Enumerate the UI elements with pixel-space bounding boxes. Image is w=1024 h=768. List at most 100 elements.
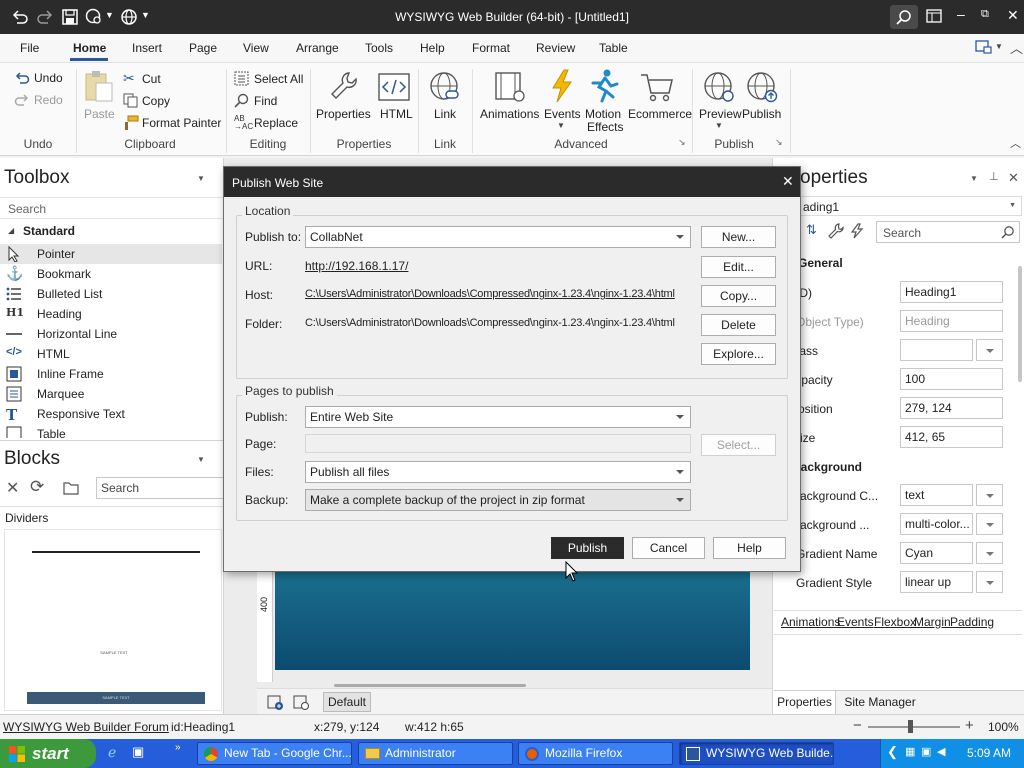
preview-button[interactable]: Preview ▼	[698, 67, 742, 133]
format-painter-button[interactable]: Format Painter	[123, 114, 223, 132]
chevron-down-icon[interactable]: ▼	[197, 455, 205, 464]
help-button[interactable]: Help	[713, 537, 786, 559]
blocks-search-field[interactable]: Search	[96, 477, 224, 499]
toolbox-item-pointer[interactable]: Pointer	[0, 244, 222, 264]
close-icon[interactable]: ✕	[1007, 7, 1019, 24]
copy-button[interactable]: Copy	[123, 92, 183, 110]
minimize-icon[interactable]: –	[957, 6, 965, 22]
events-button[interactable]: Events ▼	[542, 67, 582, 133]
dialog-launcher-icon[interactable]: ↘	[775, 137, 783, 148]
toolbox-item-inline-frame[interactable]: Inline Frame	[0, 364, 222, 384]
toolbox-item-bulleted-list[interactable]: Bulleted List	[0, 284, 222, 304]
prop-background-type-dropdown[interactable]	[976, 513, 1003, 535]
toolbox-section-standard[interactable]: Standard	[23, 224, 75, 238]
lightning-icon[interactable]	[850, 223, 864, 239]
menu-format[interactable]: Format	[472, 41, 510, 55]
url-value[interactable]: http://192.168.1.17/	[305, 259, 408, 273]
menu-insert[interactable]: Insert	[132, 41, 162, 55]
explore-button[interactable]: Explore...	[701, 343, 776, 365]
taskbar-firefox[interactable]: Mozilla Firefox	[518, 742, 673, 765]
heading-element[interactable]	[275, 572, 750, 670]
desktop-quicklaunch-icon[interactable]: ▣	[132, 744, 144, 760]
tab-default[interactable]: Default	[323, 692, 371, 712]
prop-class-dropdown[interactable]	[976, 339, 1003, 361]
dialog-close-icon[interactable]: ✕	[782, 173, 794, 190]
backup-select[interactable]: Make a complete backup of the project in…	[305, 489, 691, 511]
link-flexbox[interactable]: Flexbox	[874, 615, 916, 629]
object-selector[interactable]: ading1 ▼	[800, 196, 1022, 216]
cut-button[interactable]: ✂ Cut	[123, 70, 183, 88]
prop-size-field[interactable]: 412, 65	[900, 426, 1003, 448]
prop-background-color-dropdown[interactable]	[976, 484, 1003, 506]
link-padding[interactable]: Padding	[950, 615, 994, 629]
prop-opacity-field[interactable]: 100	[900, 368, 1003, 390]
dialog-launcher-icon[interactable]: ↘	[678, 137, 686, 148]
menu-help[interactable]: Help	[420, 41, 445, 55]
animations-button[interactable]: Animations	[478, 67, 542, 127]
section-background[interactable]: Background	[792, 460, 862, 474]
copy-button[interactable]: Copy...	[701, 285, 776, 307]
tray-expand-icon[interactable]: ❮	[887, 744, 898, 760]
edit-button[interactable]: Edit...	[701, 256, 776, 278]
ie-quicklaunch-icon[interactable]: ℯ	[108, 744, 116, 761]
zoom-slider-thumb[interactable]	[908, 720, 913, 733]
ecommerce-button[interactable]: Ecommerce	[626, 67, 692, 127]
taskbar-explorer[interactable]: Administrator	[358, 742, 513, 765]
prop-class-field[interactable]	[900, 339, 973, 361]
properties-search-input[interactable]: Search	[883, 226, 921, 240]
toolbox-item-table[interactable]: Table	[0, 424, 222, 438]
link-animations[interactable]: Animations	[781, 615, 840, 629]
prop-gradient-style-dropdown[interactable]	[976, 571, 1003, 593]
prop-background-type-field[interactable]: multi-color...	[900, 513, 973, 535]
close-icon[interactable]: ✕	[6, 478, 19, 498]
menu-tools[interactable]: Tools	[365, 41, 393, 55]
prop-position-field[interactable]: 279, 124	[900, 397, 1003, 419]
chevron-down-icon[interactable]: ▼	[970, 174, 978, 183]
network-icon[interactable]: ▦	[905, 745, 915, 758]
toolbox-item-heading[interactable]: H1 Heading	[0, 304, 222, 324]
prop-gradient-style-field[interactable]: linear up	[900, 571, 973, 593]
volume-icon[interactable]: ◀	[937, 745, 945, 758]
zoom-out-icon[interactable]: −	[853, 717, 862, 734]
zoom-slider[interactable]	[868, 726, 960, 728]
layout-options-icon[interactable]	[975, 39, 993, 55]
forum-link[interactable]: WYSIWYG Web Builder Forum	[3, 720, 169, 734]
blocks-category[interactable]: Dividers	[0, 506, 224, 526]
page-settings-icon[interactable]	[293, 694, 309, 710]
restore-icon[interactable]: ⧉	[981, 8, 989, 21]
wrench-icon[interactable]	[828, 223, 844, 239]
sort-az-icon[interactable]: ⇅	[806, 222, 817, 238]
pin-icon[interactable]: ⊥	[989, 170, 999, 183]
new-button[interactable]: New...	[701, 226, 776, 248]
blocks-search-input[interactable]: Search	[101, 481, 139, 495]
properties-scrollbar[interactable]	[1018, 266, 1022, 382]
block-preview[interactable]: SAMPLE TEXT SAMPLE TEXT	[4, 529, 222, 711]
window-layout-icon[interactable]	[926, 9, 942, 23]
menu-arrange[interactable]: Arrange	[296, 41, 339, 55]
delete-button[interactable]: Delete	[701, 314, 776, 336]
toolbox-item-marquee[interactable]: Marquee	[0, 384, 222, 404]
toolbox-item-html[interactable]: </> HTML	[0, 344, 222, 364]
motion-effects-button[interactable]: Motion Effects	[582, 67, 626, 134]
undo-button[interactable]: Undo	[12, 69, 68, 87]
toolbox-search[interactable]: Search	[0, 197, 224, 219]
toolbox-search-input[interactable]: Search	[8, 202, 46, 216]
cancel-button[interactable]: Cancel	[632, 537, 705, 559]
link-button[interactable]: Link	[424, 67, 466, 127]
publish-scope-select[interactable]: Entire Web Site	[305, 406, 691, 428]
publish-button[interactable]: Publish	[740, 67, 784, 127]
display-icon[interactable]: ▣	[921, 745, 931, 758]
tab-properties[interactable]: Properties	[774, 691, 836, 714]
publish-to-select[interactable]: CollabNet	[305, 226, 691, 248]
redo-button[interactable]: Redo	[12, 91, 68, 109]
start-button[interactable]: start	[0, 739, 96, 768]
taskbar-chrome[interactable]: New Tab - Google Chr...	[197, 742, 352, 765]
menu-view[interactable]: View	[243, 41, 269, 55]
quicklaunch-expand-icon[interactable]: »	[175, 742, 181, 753]
link-margin[interactable]: Margin	[914, 615, 951, 629]
properties-button[interactable]: Properties	[314, 67, 372, 127]
menu-page[interactable]: Page	[189, 41, 217, 55]
menu-table[interactable]: Table	[599, 41, 628, 55]
close-icon[interactable]: ✕	[1008, 170, 1019, 186]
toolbox-item-responsive-text[interactable]: T Responsive Text	[0, 404, 222, 424]
